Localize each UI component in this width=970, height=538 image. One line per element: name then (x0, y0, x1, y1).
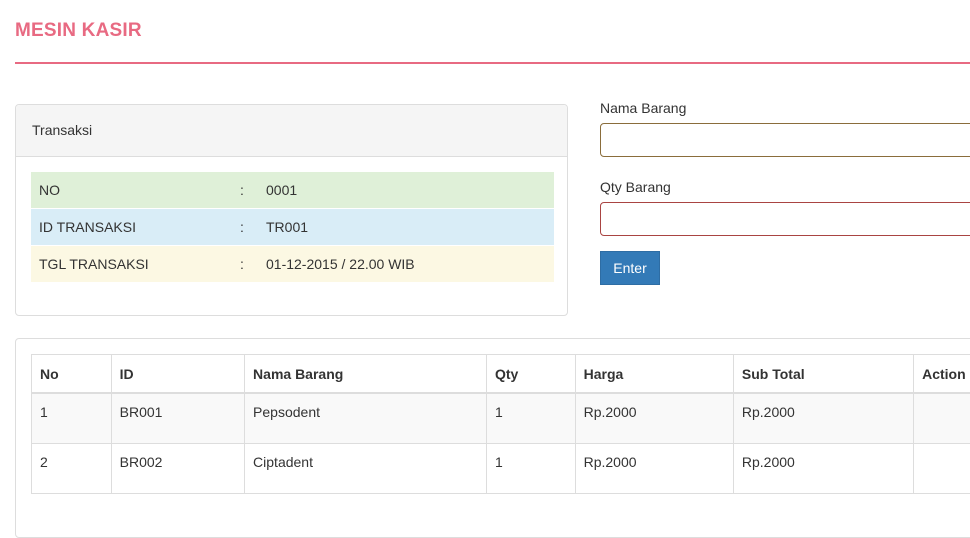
info-row-id-transaksi: ID TRANSAKSI : TR001 (31, 209, 554, 246)
items-panel: No ID Nama Barang Qty Harga Sub Total Ac… (15, 338, 970, 538)
info-separator: : (240, 172, 258, 209)
info-row-tgl-transaksi: TGL TRANSAKSI : 01-12-2015 / 22.00 WIB (31, 246, 554, 283)
cell-sub-total: Rp.2000 (733, 443, 913, 493)
transaksi-panel: Transaksi NO : 0001 ID TRANSAKSI : TR001… (15, 104, 568, 316)
cell-no: 2 (32, 443, 112, 493)
items-header-row: No ID Nama Barang Qty Harga Sub Total Ac… (32, 355, 970, 394)
cell-qty: 1 (486, 393, 575, 443)
cell-action (914, 443, 970, 493)
page-title: MESIN KASIR (15, 20, 142, 42)
cell-id: BR002 (111, 443, 244, 493)
nama-barang-label: Nama Barang (600, 100, 686, 116)
enter-button[interactable]: Enter (600, 251, 660, 285)
column-header-nama-barang: Nama Barang (245, 355, 487, 394)
info-value: TR001 (258, 209, 554, 246)
info-label: NO (31, 172, 240, 209)
transaksi-panel-heading: Transaksi (16, 105, 567, 157)
qty-barang-label: Qty Barang (600, 179, 671, 195)
nama-barang-input[interactable] (600, 123, 970, 157)
cell-action (914, 393, 970, 443)
cell-nama-barang: Ciptadent (245, 443, 487, 493)
column-header-no: No (32, 355, 112, 394)
table-row: 2 BR002 Ciptadent 1 Rp.2000 Rp.2000 (32, 443, 970, 493)
info-row-no: NO : 0001 (31, 172, 554, 209)
column-header-harga: Harga (575, 355, 733, 394)
title-divider (15, 62, 970, 64)
cell-harga: Rp.2000 (575, 443, 733, 493)
qty-barang-input[interactable] (600, 202, 970, 236)
cell-sub-total: Rp.2000 (733, 393, 913, 443)
info-separator: : (240, 246, 258, 283)
column-header-sub-total: Sub Total (733, 355, 913, 394)
column-header-qty: Qty (486, 355, 575, 394)
info-separator: : (240, 209, 258, 246)
column-header-id: ID (111, 355, 244, 394)
info-value: 01-12-2015 / 22.00 WIB (258, 246, 554, 283)
column-header-action: Action (914, 355, 970, 394)
cell-nama-barang: Pepsodent (245, 393, 487, 443)
transaksi-info-table: NO : 0001 ID TRANSAKSI : TR001 TGL TRANS… (31, 171, 554, 282)
cell-qty: 1 (486, 443, 575, 493)
info-label: TGL TRANSAKSI (31, 246, 240, 283)
cell-no: 1 (32, 393, 112, 443)
info-label: ID TRANSAKSI (31, 209, 240, 246)
cell-harga: Rp.2000 (575, 393, 733, 443)
info-value: 0001 (258, 172, 554, 209)
items-table: No ID Nama Barang Qty Harga Sub Total Ac… (31, 354, 970, 494)
cell-id: BR001 (111, 393, 244, 443)
table-row: 1 BR001 Pepsodent 1 Rp.2000 Rp.2000 (32, 393, 970, 443)
